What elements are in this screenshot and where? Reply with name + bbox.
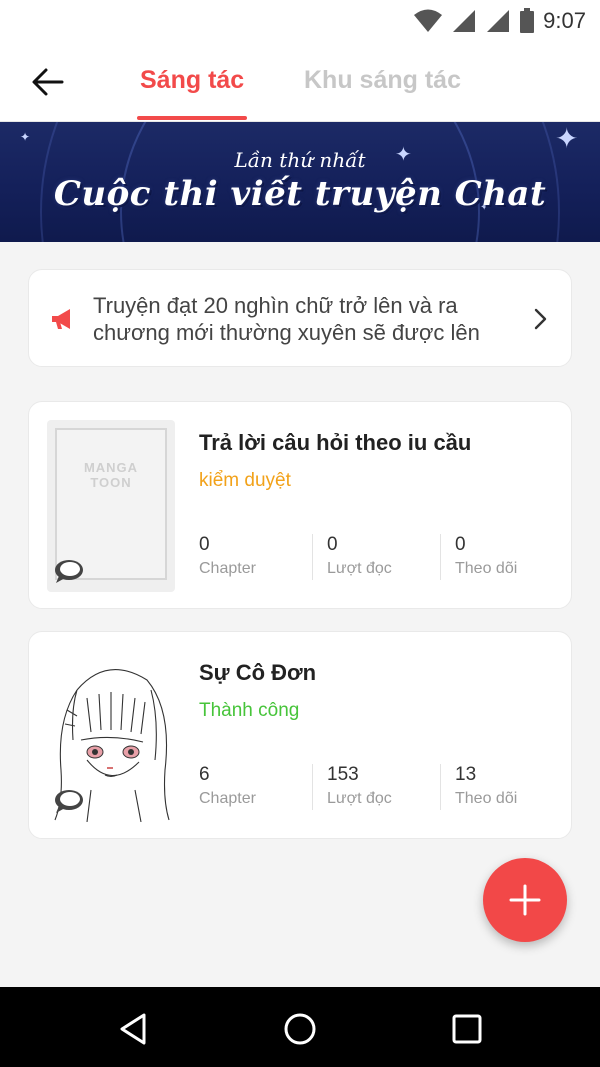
back-button[interactable] xyxy=(26,60,70,104)
stat-divider xyxy=(440,764,441,810)
stat-label: Lượt đọc xyxy=(327,560,392,577)
contest-banner[interactable]: ✦ ✦ ✦ ✦ Lần thứ nhất Cuộc thi viết truyệ… xyxy=(0,122,600,242)
active-tab-indicator xyxy=(137,116,247,120)
work-cover: MANGA TOON xyxy=(47,420,175,592)
work-card[interactable]: MANGA TOON Trả lời câu hỏi theo iu cầu k… xyxy=(28,401,572,609)
stat-reads: 0 Lượt đọc xyxy=(327,534,392,582)
stat-label: Theo dõi xyxy=(455,560,518,577)
work-cover xyxy=(47,650,175,822)
stat-divider xyxy=(440,534,441,580)
stat-reads: 153 Lượt đọc xyxy=(327,764,392,812)
stat-value: 6 xyxy=(199,764,210,785)
create-work-button[interactable] xyxy=(483,858,567,942)
plus-icon xyxy=(509,884,541,916)
stat-chapter: 6 Chapter xyxy=(199,764,256,812)
status-time: 9:07 xyxy=(543,8,586,33)
stat-divider xyxy=(312,764,313,810)
work-status: kiểm duyệt xyxy=(199,470,291,491)
chevron-right-icon[interactable] xyxy=(527,306,553,332)
app-bar: Sáng tác Khu sáng tác xyxy=(0,44,600,122)
stat-value: 0 xyxy=(199,534,210,555)
signal-icon xyxy=(487,10,510,32)
stat-value: 0 xyxy=(327,534,338,555)
sparkle-icon: ✦ xyxy=(20,130,31,144)
tab-khu-sang-tac[interactable]: Khu sáng tác xyxy=(304,66,461,95)
work-stats: 6 Chapter 153 Lượt đọc 13 Theo dõi xyxy=(199,764,559,812)
stat-value: 0 xyxy=(455,534,466,555)
stat-label: Theo dõi xyxy=(455,790,518,807)
back-triangle-icon[interactable] xyxy=(114,1009,154,1049)
notice-card[interactable]: Truyện đạt 20 nghìn chữ trở lên và ra ch… xyxy=(28,269,572,367)
wifi-icon xyxy=(414,9,443,32)
stat-label: Lượt đọc xyxy=(327,790,392,807)
signal-icon xyxy=(453,10,476,32)
work-title: Sự Cô Đơn xyxy=(199,660,317,685)
mangatoon-logo: MANGA TOON xyxy=(83,460,139,490)
megaphone-icon xyxy=(52,309,70,329)
notice-text: Truyện đạt 20 nghìn chữ trở lên và ra ch… xyxy=(93,293,480,345)
work-status: Thành công xyxy=(199,700,300,721)
tab-sang-tac[interactable]: Sáng tác xyxy=(140,66,244,95)
battery-icon xyxy=(520,8,535,33)
system-nav-bar xyxy=(0,987,600,1067)
status-bar: 9:07 xyxy=(0,0,600,44)
arrow-left-icon xyxy=(32,68,64,96)
stat-value: 13 xyxy=(455,764,477,785)
home-circle-icon[interactable] xyxy=(280,1009,320,1049)
status-icons: 9:07 xyxy=(413,8,586,34)
stat-divider xyxy=(312,534,313,580)
stat-followers: 0 Theo dõi xyxy=(455,534,517,582)
recents-square-icon[interactable] xyxy=(447,1009,487,1049)
banner-title: Cuộc thi viết truyện Chat xyxy=(53,174,547,214)
stat-value: 153 xyxy=(327,764,359,785)
chat-bubble-icon xyxy=(55,790,83,813)
stat-label: Chapter xyxy=(199,560,256,577)
stat-chapter: 0 Chapter xyxy=(199,534,256,582)
work-card[interactable]: Sự Cô Đơn Thành công 6 Chapter 153 Lượt … xyxy=(28,631,572,839)
work-title: Trả lời câu hỏi theo iu cầu xyxy=(199,430,472,455)
stat-followers: 13 Theo dõi xyxy=(455,764,517,812)
stat-label: Chapter xyxy=(199,790,256,807)
work-stats: 0 Chapter 0 Lượt đọc 0 Theo dõi xyxy=(199,534,559,582)
chat-bubble-icon xyxy=(55,560,83,583)
banner-subtitle: Lần thứ nhất xyxy=(234,148,366,172)
